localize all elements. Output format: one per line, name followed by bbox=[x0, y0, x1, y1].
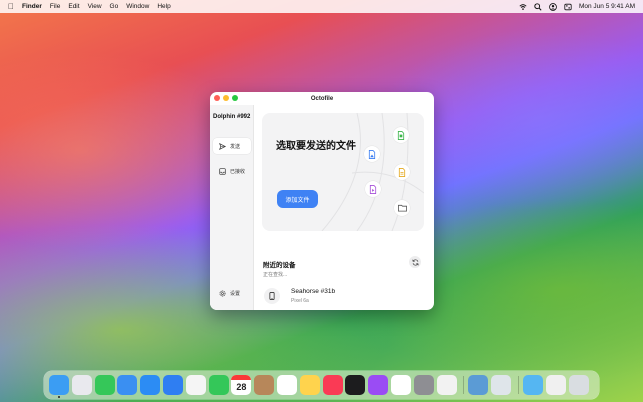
add-file-button[interactable]: 添加文件 bbox=[277, 190, 318, 208]
dock-finder-icon[interactable] bbox=[49, 375, 69, 398]
dock-facetime-icon[interactable] bbox=[208, 375, 229, 395]
wifi-icon[interactable] bbox=[519, 3, 527, 11]
search-icon[interactable] bbox=[534, 2, 542, 11]
dock-pages-icon[interactable] bbox=[436, 375, 457, 395]
dock-safari-icon[interactable] bbox=[140, 375, 161, 395]
control-center-icon[interactable] bbox=[564, 3, 572, 11]
searching-status: 正在查找... bbox=[263, 272, 288, 278]
menu-help[interactable]: Help bbox=[157, 3, 170, 10]
refresh-icon bbox=[411, 258, 419, 266]
file-bubble bbox=[365, 181, 381, 197]
document-icon bbox=[397, 130, 405, 140]
dock-preview-icon[interactable] bbox=[468, 375, 489, 395]
file-bubble bbox=[393, 127, 409, 143]
inbox-icon bbox=[219, 167, 226, 175]
octofile-window: Octofile Dolphin #992 发送 已接收 设置 选取要发送的文件… bbox=[210, 92, 434, 310]
minimize-button[interactable] bbox=[223, 95, 229, 101]
device-name: Dolphin #992 bbox=[213, 114, 251, 120]
dock-tv-icon[interactable] bbox=[345, 375, 366, 395]
peer-model: Pixel 6a bbox=[291, 298, 309, 304]
dock-calendar-icon[interactable]: 28 bbox=[231, 375, 252, 395]
dock-separator bbox=[517, 376, 519, 394]
close-button[interactable] bbox=[214, 95, 220, 101]
sidebar-item-label: 已接收 bbox=[230, 168, 246, 175]
peer-device[interactable]: Seahorse #31b Pixel 6a bbox=[262, 283, 424, 309]
dock-reminders-icon[interactable] bbox=[276, 375, 297, 395]
send-icon bbox=[219, 142, 226, 150]
main-panel: 选取要发送的文件 添加文件 附近的设备 正在查找... Seahorse #31… bbox=[254, 105, 434, 310]
running-indicator bbox=[58, 396, 60, 398]
text-file-icon bbox=[398, 167, 406, 177]
apple-menu-icon[interactable]:  bbox=[8, 2, 14, 11]
clock[interactable]: Mon Jun 5 9:41 AM bbox=[579, 3, 635, 10]
menu-window[interactable]: Window bbox=[126, 3, 149, 10]
file-bubble bbox=[364, 146, 380, 162]
menu-file[interactable]: File bbox=[50, 3, 60, 10]
menu-edit[interactable]: Edit bbox=[68, 3, 79, 10]
calendar-header bbox=[231, 375, 252, 380]
dock: 28 bbox=[44, 371, 599, 399]
sidebar-item-label: 发送 bbox=[230, 143, 241, 150]
nearby-devices-title: 附近的设备 bbox=[263, 262, 296, 269]
sidebar: Dolphin #992 发送 已接收 设置 bbox=[210, 105, 254, 310]
dock-podcasts-icon[interactable] bbox=[368, 375, 389, 395]
dock-music-icon[interactable] bbox=[322, 375, 343, 395]
dock-separator bbox=[463, 376, 465, 394]
dock-notes-icon[interactable] bbox=[299, 375, 320, 395]
dock-photos-icon[interactable] bbox=[185, 375, 206, 395]
sidebar-item-received[interactable]: 已接收 bbox=[213, 163, 251, 179]
gear-icon bbox=[219, 290, 226, 296]
dock-app-store-icon[interactable] bbox=[162, 375, 183, 395]
menu-bar:  Finder File Edit View Go Window Help M… bbox=[0, 0, 643, 13]
dock-downloads-icon[interactable] bbox=[522, 375, 543, 395]
calendar-day: 28 bbox=[236, 382, 247, 392]
dock-documents-icon[interactable] bbox=[545, 375, 566, 395]
dock-octofile-icon[interactable] bbox=[491, 375, 512, 395]
sidebar-item-send[interactable]: 发送 bbox=[213, 138, 251, 154]
dock-trash-icon[interactable] bbox=[568, 375, 589, 395]
peer-name: Seahorse #31b bbox=[291, 288, 336, 295]
dock-contacts-icon[interactable] bbox=[254, 375, 275, 395]
dock-system-settings-icon[interactable] bbox=[413, 375, 434, 395]
menu-view[interactable]: View bbox=[88, 3, 102, 10]
file-drop-zone[interactable]: 选取要发送的文件 添加文件 bbox=[262, 113, 424, 231]
refresh-button[interactable] bbox=[409, 256, 421, 268]
phone-icon bbox=[264, 288, 280, 304]
menu-app-name[interactable]: Finder bbox=[22, 3, 42, 10]
file-bubble bbox=[394, 164, 410, 180]
dock-news-icon[interactable] bbox=[390, 375, 411, 395]
sidebar-item-settings[interactable]: 设置 bbox=[213, 285, 251, 301]
menu-go[interactable]: Go bbox=[110, 3, 119, 10]
sidebar-item-label: 设置 bbox=[230, 290, 241, 297]
file-bubble bbox=[394, 200, 410, 216]
image-file-icon bbox=[368, 149, 376, 159]
drop-title: 选取要发送的文件 bbox=[276, 141, 356, 152]
user-icon[interactable] bbox=[549, 2, 557, 11]
dock-mail-icon[interactable] bbox=[117, 375, 138, 395]
folder-icon bbox=[397, 204, 407, 212]
video-file-icon bbox=[369, 184, 377, 194]
dock-launchpad-icon[interactable] bbox=[71, 375, 92, 395]
title-bar[interactable]: Octofile bbox=[210, 92, 434, 105]
window-title: Octofile bbox=[310, 95, 334, 102]
dock-messages-icon[interactable] bbox=[94, 375, 115, 395]
zoom-button[interactable] bbox=[232, 95, 238, 101]
